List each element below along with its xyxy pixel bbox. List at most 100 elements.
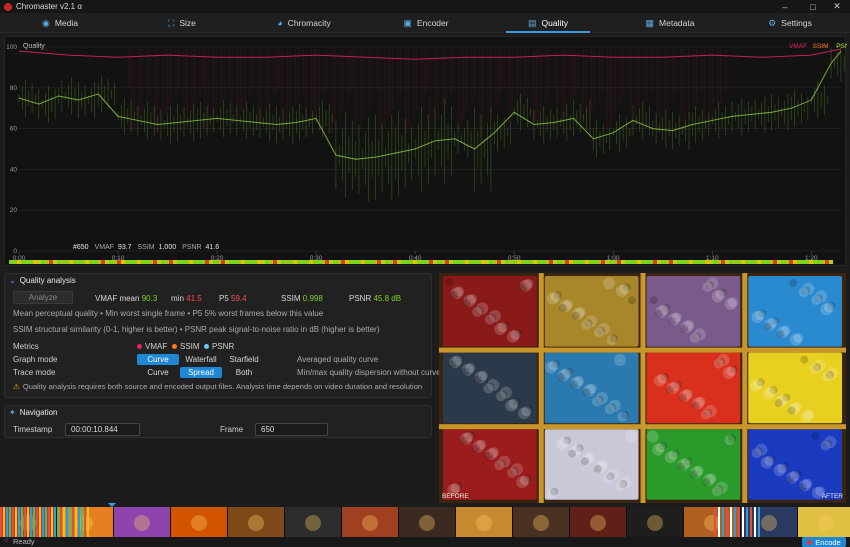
quality-strip-cell (821, 260, 825, 264)
metadata-icon: ▦ (645, 17, 655, 28)
close-button[interactable]: ✕ (824, 0, 850, 13)
quality-strip-cell (89, 260, 93, 264)
filmstrip[interactable] (0, 503, 850, 537)
quality-strip-cell (813, 260, 817, 264)
timestamp-field[interactable]: 00:00:10.844 (65, 423, 140, 436)
quality-strip-cell (13, 260, 17, 264)
bead (700, 409, 711, 420)
film-stripe (48, 507, 50, 537)
tab-settings[interactable]: ⚙ Settings (730, 13, 850, 33)
quality-strip-cell (593, 260, 597, 264)
quality-strip-cell (189, 260, 193, 264)
quality-analysis-header[interactable]: ⌄ Quality analysis (5, 274, 76, 287)
compare-divider-handle[interactable] (643, 273, 644, 503)
quality-strip-cell (409, 260, 413, 264)
film-stripe (734, 507, 736, 537)
quality-strip-cell (789, 260, 793, 264)
graph-mode-waterfall[interactable]: Waterfall (180, 354, 222, 365)
quality-strip-cell (797, 260, 801, 264)
bead (615, 480, 626, 491)
quality-strip-cell (449, 260, 453, 264)
bead (559, 304, 567, 312)
quality-strip-cell (781, 260, 785, 264)
bead (546, 488, 557, 499)
quality-strip-cell (693, 260, 697, 264)
trace-mode-both[interactable]: Both (223, 367, 265, 378)
quality-strip-cell (353, 260, 357, 264)
bead (556, 438, 568, 451)
maximize-button[interactable]: □ (800, 0, 826, 13)
bead (603, 277, 615, 290)
quality-strip-cell (637, 260, 641, 264)
quality-analysis-panel: ⌄ Quality analysis Analyze VMAF mean 90.3… (4, 273, 441, 398)
tab-size[interactable]: ⛶ Size (122, 13, 242, 33)
encode-button[interactable]: Encode (802, 537, 846, 547)
quality-strip-cell (285, 260, 289, 264)
quality-strip-cell (661, 260, 665, 264)
film-stripe (87, 507, 89, 537)
tab-chromacity[interactable]: ◕ Chromacity (244, 13, 364, 33)
quality-strip-cell (417, 260, 421, 264)
metric-psnr-toggle[interactable]: PSNR (204, 342, 234, 351)
metric-vmaf-toggle[interactable]: VMAF (137, 342, 167, 351)
navigation-header[interactable]: ✦ Navigation (5, 406, 58, 419)
minimize-button[interactable]: – (772, 0, 798, 13)
quality-strip-cell (657, 260, 661, 264)
tab-media[interactable]: ◉ Media (0, 13, 120, 33)
bead (646, 430, 659, 443)
bead (809, 364, 820, 374)
bead (463, 298, 471, 307)
quality-strip-cell (481, 260, 485, 264)
quality-strip-cell (717, 260, 721, 264)
trace-mode-curve[interactable]: Curve (137, 367, 179, 378)
requirements-warning: ⚠ Quality analysis requires both source a… (13, 382, 423, 391)
before-after-preview[interactable]: BEFORE AFTER (439, 273, 846, 503)
quality-strip-cell (581, 260, 585, 264)
playhead-marker[interactable] (108, 503, 116, 507)
quality-strip-cell (721, 260, 725, 264)
bead (545, 361, 557, 374)
film-stripe (33, 507, 35, 537)
graph-mode-starfield[interactable]: Starfield (223, 354, 265, 365)
settings-icon: ⚙ (768, 17, 777, 28)
film-stripe (72, 507, 74, 537)
quality-strip-cell (777, 260, 781, 264)
quality-strip-cell (165, 260, 169, 264)
film-stripe (9, 507, 11, 537)
quality-strip-cell (193, 260, 197, 264)
quality-strip-cell (645, 260, 649, 264)
bead (519, 283, 528, 292)
bead (518, 407, 530, 420)
filmstrip-thumbnails[interactable] (0, 507, 850, 537)
quality-strip-cell (441, 260, 445, 264)
quality-strip-cell (621, 260, 625, 264)
quality-strip-cell (585, 260, 589, 264)
quality-chart[interactable]: Quality 100806040200 0:00 0:10 0:20 0:30 0:4… (5, 37, 847, 267)
frame-field[interactable]: 650 (255, 423, 328, 436)
film-stripe (758, 507, 760, 537)
trace-mode-spread[interactable]: Spread (180, 367, 222, 378)
tab-metadata[interactable]: ▦ Metadata (610, 13, 730, 33)
metric-ssim-toggle[interactable]: SSIM (172, 342, 200, 351)
quality-graph[interactable]: Quality 100 80 60 40 20 0 0:00 0:10 0:20 0:30 0:4… (4, 36, 847, 267)
frame-readout: #650 VMAF 93.7 SSIM 1.000 PSNR 41.6 (73, 244, 219, 251)
analyze-button[interactable]: Analyze (13, 291, 73, 304)
bead (614, 354, 626, 366)
quality-strip-cell (625, 260, 629, 264)
bead (593, 464, 602, 473)
quality-strip-cell (653, 260, 657, 264)
main-tabs: ◉ Media ⛶ Size ◕ Chromacity ▣ Encoder ▤ Quali… (0, 13, 850, 33)
graph-mode-curve[interactable]: Curve (137, 354, 179, 365)
tab-encoder[interactable]: ▣ Encoder (366, 13, 486, 33)
quality-strip-cell (617, 260, 621, 264)
title-bar: Chromaster v2.1 α – □ ✕ (0, 0, 850, 13)
quality-strip-cell (513, 260, 517, 264)
psnr-dot-icon (204, 344, 209, 350)
quality-strip-cell (713, 260, 717, 264)
quality-strip-cell (301, 260, 305, 264)
y-tick-label: 40 (10, 166, 18, 173)
quality-strip-cell (177, 260, 181, 264)
film-stripe (3, 507, 5, 537)
quality-strip-cell (85, 260, 89, 264)
tab-quality[interactable]: ▤ Quality (488, 13, 608, 33)
